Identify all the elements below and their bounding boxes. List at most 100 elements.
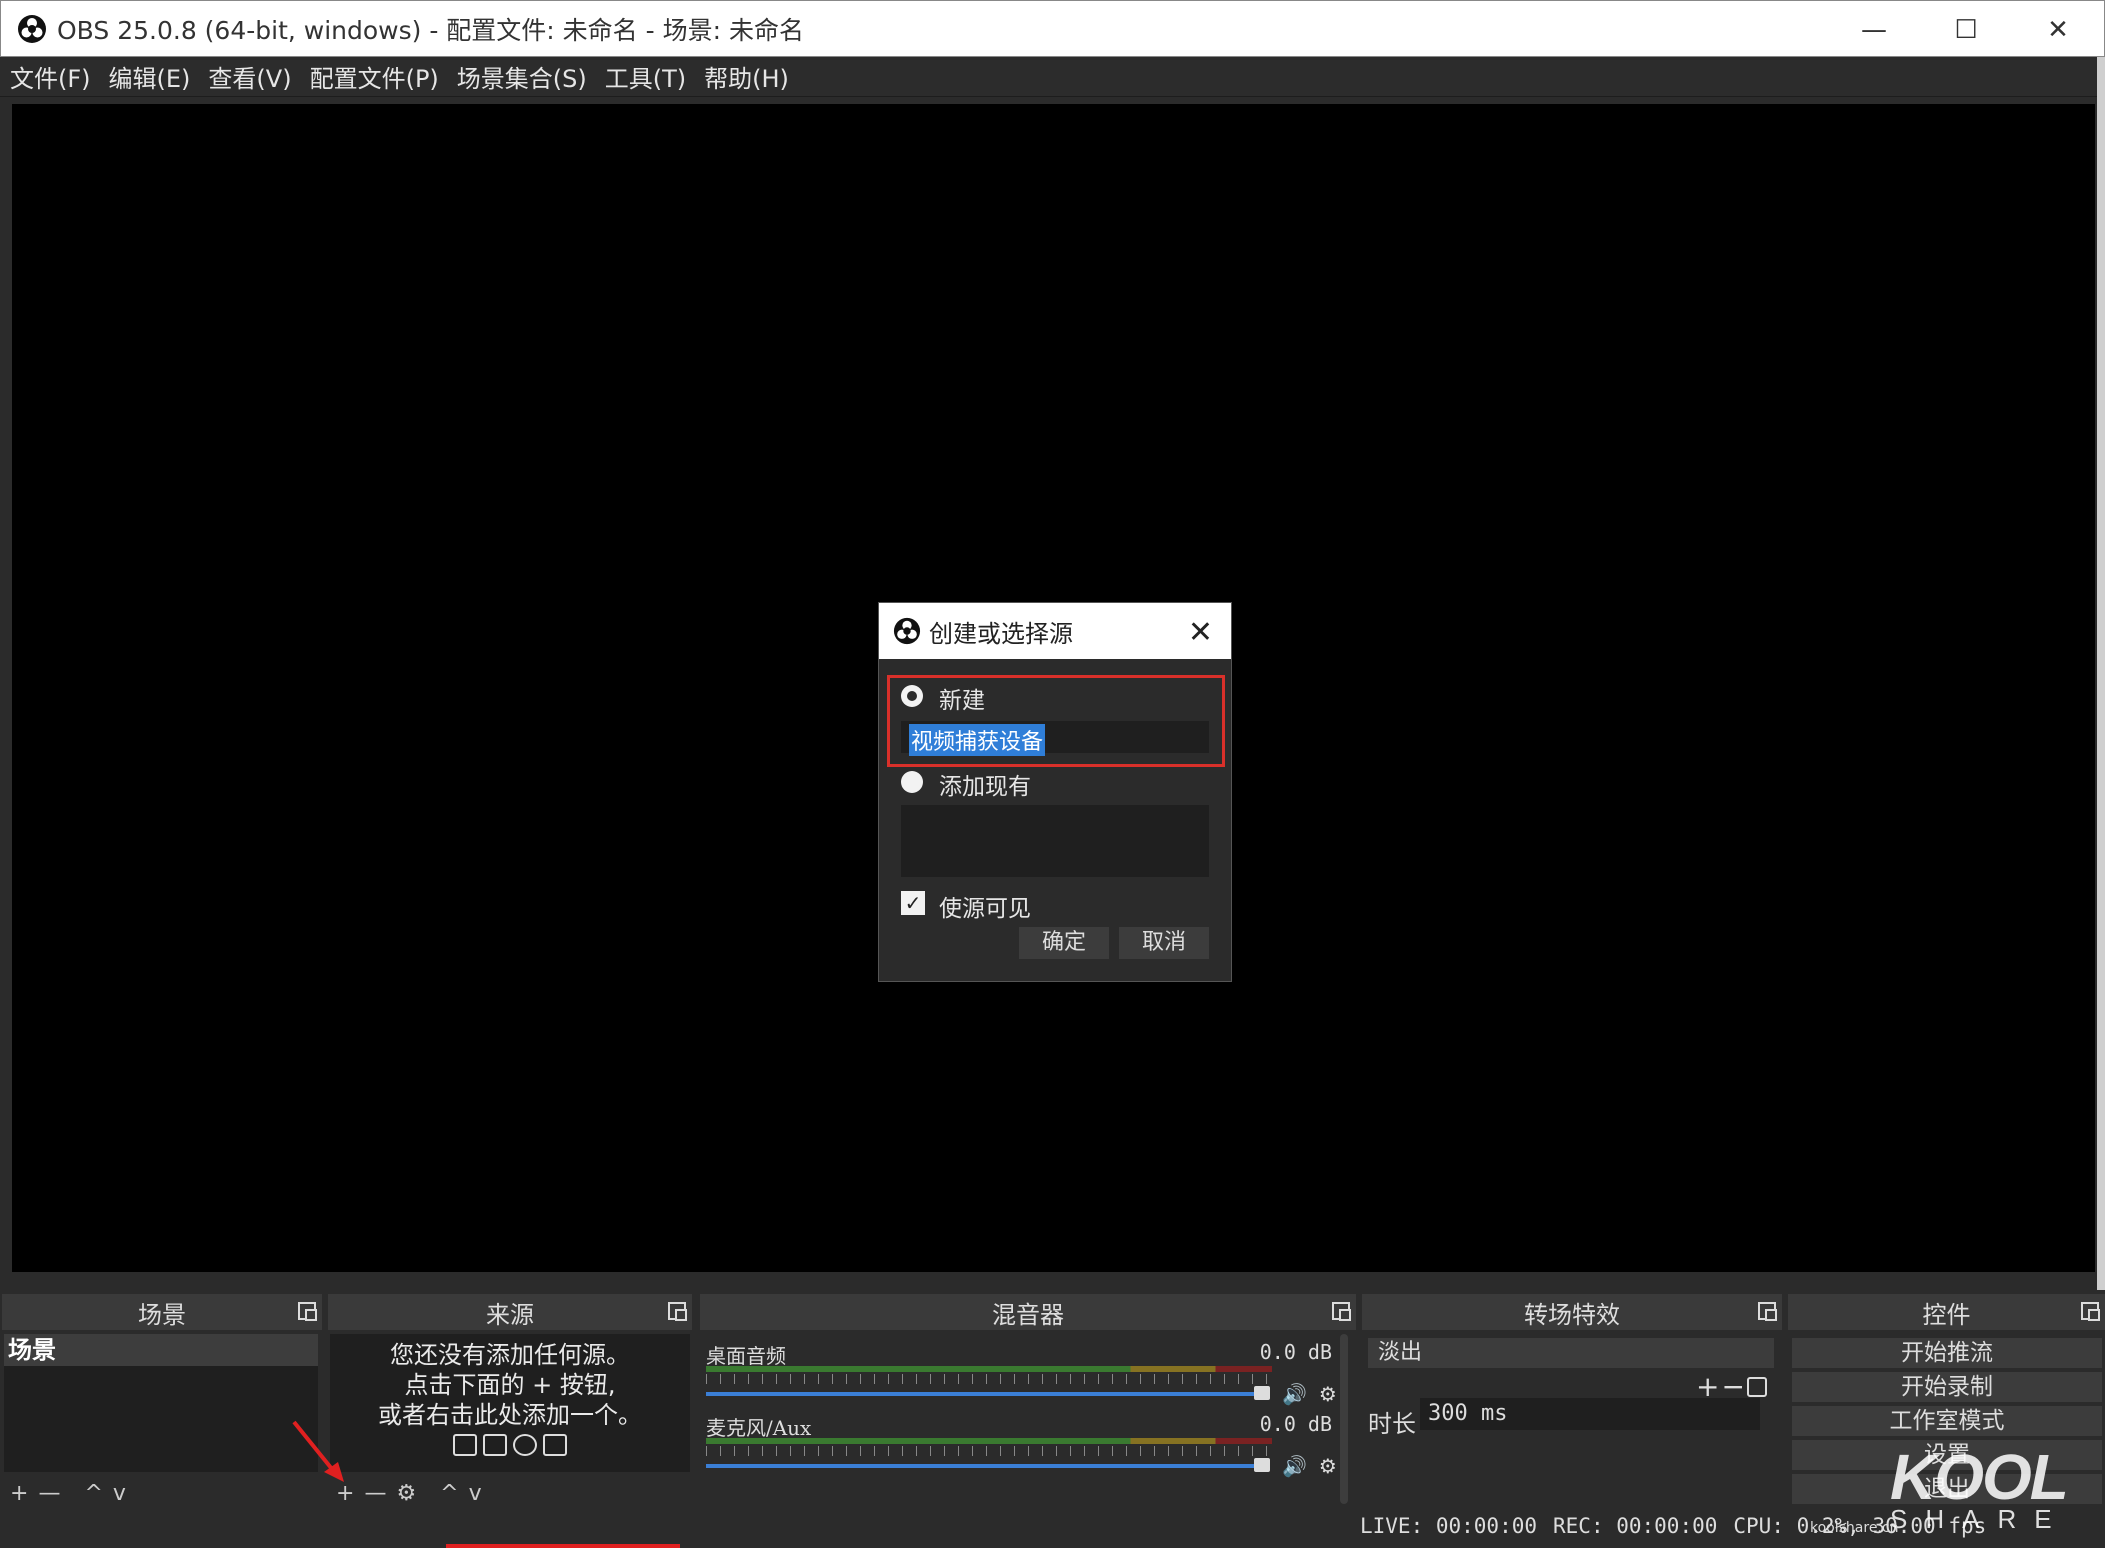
- add-existing-radio[interactable]: [901, 771, 923, 793]
- remove-scene-button[interactable]: —: [38, 1481, 60, 1506]
- move-down-icon[interactable]: v: [469, 1481, 482, 1506]
- channel-name: 桌面音频: [706, 1344, 786, 1368]
- annotation-arrow-icon: [292, 1420, 344, 1482]
- transition-select[interactable]: 淡出: [1368, 1338, 1774, 1368]
- undock-icon[interactable]: [1758, 1302, 1777, 1321]
- add-existing-label: 添加现有: [939, 774, 1031, 800]
- watermark-small: SHARE: [1890, 1504, 2070, 1534]
- volume-slider-handle[interactable]: [1254, 1458, 1270, 1472]
- scenes-toolbar: + — ^ v: [10, 1476, 136, 1510]
- obs-logo-icon: [18, 14, 46, 43]
- channel-icons: 🔊 ⚙: [1282, 1454, 1337, 1478]
- obs-logo-icon: [893, 617, 921, 645]
- scenes-dock: 场景: [2, 1294, 322, 1330]
- volume-slider[interactable]: [706, 1464, 1266, 1468]
- transitions-dock: 转场特效: [1362, 1294, 1782, 1330]
- transition-properties-icon[interactable]: [1746, 1376, 1767, 1397]
- move-up-icon[interactable]: ^: [84, 1481, 102, 1506]
- add-scene-button[interactable]: +: [10, 1481, 28, 1506]
- scenes-title: 场景: [138, 1300, 186, 1329]
- sources-empty-line3: 或者右击此处添加一个。: [378, 1401, 642, 1429]
- start-recording-button[interactable]: 开始录制: [1792, 1372, 2102, 1402]
- meter-ticks: [706, 1446, 1272, 1456]
- volume-meter: [706, 1366, 1272, 1372]
- existing-sources-list[interactable]: [901, 805, 1209, 877]
- menu-edit[interactable]: 编辑(E): [99, 59, 199, 94]
- duration-label: 时长: [1368, 1410, 1416, 1438]
- mixer-title: 混音器: [992, 1300, 1064, 1329]
- menu-tools[interactable]: 工具(T): [595, 59, 694, 94]
- source-name-input[interactable]: 视频捕获设备: [901, 721, 1209, 756]
- menu-file[interactable]: 文件(F): [0, 59, 99, 94]
- mixer-body: 桌面音频 0.0 dB 🔊 ⚙ 麦克风/Aux 0.0 dB 🔊 ⚙: [702, 1334, 1342, 1506]
- add-source-button[interactable]: +: [336, 1481, 354, 1506]
- sources-list[interactable]: 您还没有添加任何源。 点击下面的 + 按钮, 或者右击此处添加一个。: [330, 1334, 690, 1472]
- dialog-title: 创建或选择源: [929, 619, 1073, 648]
- studio-mode-button[interactable]: 工作室模式: [1792, 1406, 2102, 1436]
- monitor-icon: [483, 1434, 507, 1456]
- volume-meter: [706, 1438, 1272, 1444]
- live-status: LIVE: 00:00:00: [1360, 1514, 1538, 1538]
- dialog-close-icon[interactable]: ✕: [1188, 615, 1213, 650]
- close-button[interactable]: ✕: [2012, 1, 2104, 58]
- undock-icon[interactable]: [1332, 1302, 1351, 1321]
- camera-icon: [543, 1434, 567, 1456]
- window-titlebar: OBS 25.0.8 (64-bit, windows) - 配置文件: 未命名…: [0, 0, 2105, 57]
- make-visible-checkbox[interactable]: ✓: [901, 891, 925, 915]
- menu-bar: 文件(F) 编辑(E) 查看(V) 配置文件(P) 场景集合(S) 工具(T) …: [0, 57, 2105, 97]
- menu-help[interactable]: 帮助(H): [694, 59, 797, 94]
- volume-slider[interactable]: [706, 1392, 1266, 1396]
- undock-icon[interactable]: [668, 1302, 687, 1321]
- start-streaming-button[interactable]: 开始推流: [1792, 1338, 2102, 1368]
- menu-view[interactable]: 查看(V): [198, 59, 299, 94]
- meter-ticks: [706, 1374, 1272, 1384]
- make-visible-label: 使源可见: [939, 896, 1031, 922]
- move-up-icon[interactable]: ^: [440, 1481, 458, 1506]
- duration-input[interactable]: 300 ms: [1420, 1398, 1760, 1430]
- undock-icon[interactable]: [2081, 1302, 2100, 1321]
- maximize-button[interactable]: ☐: [1920, 1, 2012, 58]
- sources-title: 来源: [486, 1300, 534, 1329]
- annotation-underline: [446, 1544, 680, 1548]
- menu-profile[interactable]: 配置文件(P): [300, 59, 447, 94]
- controls-dock: 控件: [1788, 1294, 2105, 1330]
- channel-db: 0.0 dB: [1259, 1412, 1332, 1436]
- sources-empty-line1: 您还没有添加任何源。: [390, 1341, 630, 1369]
- sources-empty-line2: 点击下面的 + 按钮,: [404, 1371, 616, 1399]
- create-source-dialog: 创建或选择源 ✕ 新建 视频捕获设备 添加现有 ✓ 使源可见 确定 取消: [878, 602, 1232, 982]
- gear-icon[interactable]: ⚙: [1319, 1382, 1337, 1406]
- transitions-header: 转场特效: [1362, 1294, 1782, 1330]
- cancel-button[interactable]: 取消: [1119, 927, 1209, 959]
- rec-status: REC: 00:00:00: [1553, 1514, 1718, 1538]
- scene-list[interactable]: 场景: [4, 1334, 318, 1472]
- scene-item[interactable]: 场景: [4, 1334, 318, 1366]
- speaker-icon[interactable]: 🔊: [1282, 1454, 1307, 1478]
- scenes-header: 场景: [2, 1294, 322, 1330]
- minimize-button[interactable]: —: [1828, 1, 1920, 58]
- transitions-title: 转场特效: [1524, 1300, 1620, 1329]
- remove-source-button[interactable]: —: [364, 1481, 386, 1506]
- channel-db: 0.0 dB: [1259, 1340, 1332, 1364]
- mixer-scrollbar[interactable]: [1340, 1334, 1348, 1504]
- undock-icon[interactable]: [298, 1302, 317, 1321]
- volume-slider-handle[interactable]: [1254, 1386, 1270, 1400]
- mixer-channel: 桌面音频 0.0 dB 🔊 ⚙: [706, 1340, 1338, 1410]
- move-down-icon[interactable]: v: [113, 1481, 126, 1506]
- sources-dock: 来源: [328, 1294, 692, 1330]
- watermark-url: koolshare.cn: [1810, 1520, 1899, 1536]
- controls-title: 控件: [1922, 1300, 1971, 1329]
- source-name-value: 视频捕获设备: [909, 724, 1046, 756]
- menu-scene-collection[interactable]: 场景集合(S): [447, 59, 595, 94]
- gear-icon[interactable]: ⚙: [1319, 1454, 1337, 1478]
- mixer-channel: 麦克风/Aux 0.0 dB 🔊 ⚙: [706, 1412, 1338, 1482]
- new-source-radio[interactable]: [901, 685, 923, 707]
- speaker-icon[interactable]: 🔊: [1282, 1382, 1307, 1406]
- source-properties-icon[interactable]: ⚙: [396, 1481, 416, 1506]
- image-icon: [453, 1434, 477, 1456]
- window-title: OBS 25.0.8 (64-bit, windows) - 配置文件: 未命名…: [57, 15, 804, 45]
- watermark-logo: KOOL SHARE koolshare.cn: [1810, 1440, 2090, 1540]
- sources-header: 来源: [328, 1294, 692, 1330]
- ok-button[interactable]: 确定: [1019, 927, 1109, 959]
- source-type-icons: [330, 1434, 690, 1456]
- watermark-big: KOOL: [1890, 1441, 2069, 1513]
